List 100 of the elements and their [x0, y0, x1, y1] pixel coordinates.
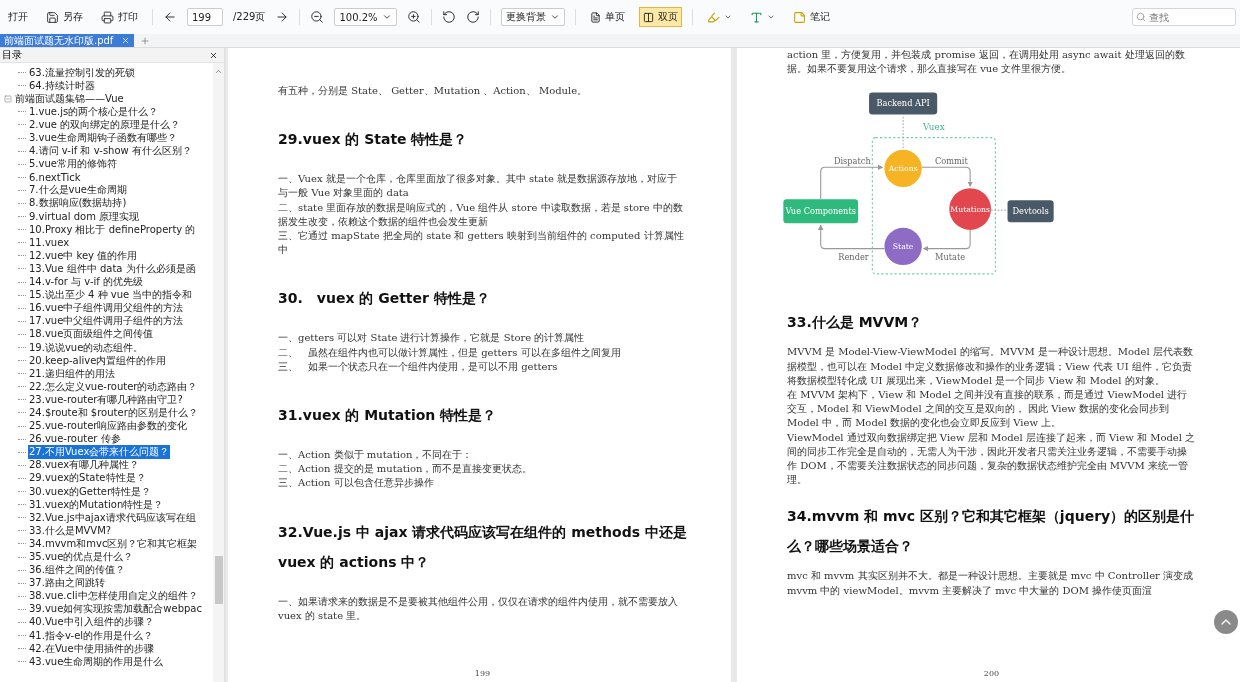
open-button[interactable]: 打开: [4, 7, 32, 27]
outline-item[interactable]: 22.怎么定义vue-router的动态路由？: [28, 379, 199, 394]
question-heading: 33.什么是 MVVM？: [787, 313, 924, 333]
paragraph: MVVM 是 Model-View-ViewModel 的缩写。MVVM 是一种设计思想。Model 层代表数据模型，也可以在 Model 中定义数据修改和操作的业务逻辑；View 代表 UI 组件，它负责将数据模型转化成 UI 展现出来，ViewModel 是一个同步 View 和 Model 的对象。: [787, 345, 1194, 388]
outline-item[interactable]: 17.vue中父组件调用子组件的方法: [28, 314, 185, 329]
outline-item[interactable]: 16.vue中子组件调用父组件的方法: [28, 301, 185, 316]
paragraph: 一、Action 类似于 mutation，不同在于：: [278, 448, 474, 463]
paragraph: mvc 和 mvvm 其实区别并不大。都是一种设计思想。主要就是 mvc 中 Controller 演变成 mvvm 中的 viewModel。mvvm 主要解决了 mvc 中大量的 DOM 操作使页面渲: [787, 569, 1194, 598]
question-heading: 34.mvvm 和 mvc 区别？它和其它框架（jquery）的区别是什么？哪些场景适合？: [787, 507, 1196, 557]
diagram-node: Vue Components: [783, 199, 859, 224]
zoom-in-icon[interactable]: [406, 10, 421, 24]
outline-item[interactable]: 12.vue中 key 值的作用: [28, 248, 139, 263]
highlighter-icon: [706, 10, 720, 24]
outline-item[interactable]: 29.vuex的State特性是？: [28, 471, 147, 486]
paragraph: 一、如果请求来的数据是不是要被其他组件公用，仅仅在请求的组件内使用，就不需要放入 vuex 的 state 里。: [278, 594, 679, 623]
connector-line: [990, 210, 1007, 212]
paragraph: 二、state 里面存放的数据是响应式的，Vue 组件从 store 中读取数据，若是 store 中的数据发生改变，依赖这个数据的组件也会发生更新: [278, 200, 684, 229]
outline-item[interactable]: 38.vue.cli中怎样使用自定义的组件？: [28, 589, 199, 604]
outline-item[interactable]: 39.vue如何实现按需加载配合webpac: [28, 602, 203, 617]
outline-item[interactable]: 23.vue-router有哪几种路由守卫?: [28, 392, 184, 407]
outline-item[interactable]: 36.组件之间的传值？: [28, 563, 126, 578]
view-mode-button[interactable]: 双页: [638, 7, 682, 27]
paragraph: 一、getters 可以对 State 进行计算操作，它就是 Store 的计算属性: [278, 331, 586, 346]
flow-arrow: [817, 224, 885, 250]
question-heading: 30. vuex 的 Getter 特性是？: [278, 289, 491, 309]
outline-item[interactable]: 1.vue.js的两个核心是什么？: [28, 104, 160, 119]
close-icon[interactable]: [209, 50, 218, 60]
page-number: 200: [983, 669, 1000, 678]
outline-item[interactable]: 31.vuex的Mutation特性是？: [28, 497, 165, 512]
outline-item[interactable]: 25.vue-router响应路由参数的变化: [28, 419, 189, 434]
paragraph: 二、 虽然在组件内也可以做计算属性，但是 getters 可以在多组件之间复用: [278, 345, 622, 360]
outline-item[interactable]: 10.Proxy 相比于 defineProperty 的: [28, 222, 197, 237]
outline-item[interactable]: 26.vue-router 传参: [28, 432, 122, 447]
view-mode-button[interactable]: 单页: [585, 7, 629, 27]
outline-item[interactable]: 5.vue常用的修饰符: [28, 157, 118, 172]
add-tab-icon[interactable]: [140, 36, 150, 46]
outline-item[interactable]: 7.什么是vue生命周期: [28, 183, 128, 198]
diagram-node: Devtools: [1007, 200, 1054, 223]
print-button[interactable]: 打印: [97, 7, 142, 27]
outline-item[interactable]: 6.nextTick: [28, 171, 82, 183]
printer-icon: [101, 10, 114, 24]
save-as-button[interactable]: 另存: [42, 7, 87, 27]
question-heading: 32.Vue.js 中 ajax 请求代码应该写在组件的 methods 中还是 vuex 的 actions 中？: [278, 522, 687, 572]
next-page-icon[interactable]: [275, 10, 290, 24]
zoom-select[interactable]: 100.2%: [334, 8, 397, 26]
outline-item[interactable]: 11.vuex: [28, 237, 71, 249]
outline-item[interactable]: 40.Vue中引入组件的步骤？: [28, 615, 155, 630]
outline-item[interactable]: 32.Vue.js中ajax请求代码应该写在组: [28, 510, 197, 525]
outline-section[interactable]: 前端面试题集锦——Vue: [14, 91, 125, 106]
outline-item[interactable]: 8.数据响应(数据劫持): [28, 196, 128, 211]
scroll-up-icon[interactable]: [214, 67, 223, 76]
previous-page-icon[interactable]: [163, 10, 177, 24]
page-total: /229页: [233, 10, 266, 24]
background-select[interactable]: 更换背景: [500, 8, 565, 26]
sidebar-title: 目录: [2, 48, 22, 62]
flow-arrow: [922, 229, 971, 252]
rotate-left-icon[interactable]: [441, 10, 456, 24]
outline-item[interactable]: 30.vuex的Getter特性是？: [28, 484, 153, 499]
outline-item[interactable]: 14.v-for 与 v-if 的优先级: [28, 275, 144, 290]
outline-item[interactable]: 28.vuex有哪几种属性？: [28, 458, 141, 473]
outline-item[interactable]: 21.递归组件的用法: [28, 366, 116, 381]
collapse-icon[interactable]: [4, 94, 12, 103]
outline-item[interactable]: 24.$route和 $router的区别是什么？: [28, 406, 199, 420]
caret-icon: [723, 13, 732, 21]
double-page-icon: [642, 11, 654, 23]
single-page-icon: [589, 11, 601, 23]
outline-item[interactable]: 34.mvvm和mvc区别？它和其它框架: [28, 536, 199, 551]
note-icon: [792, 10, 806, 24]
search-icon: [1136, 12, 1146, 22]
outline-item[interactable]: 13.Vue 组件中 data 为什么必须是函: [28, 261, 197, 276]
outline-item[interactable]: 37.路由之间跳转: [28, 576, 106, 591]
scrollbar-thumb[interactable]: [214, 556, 223, 604]
outline-item[interactable]: 27.不用Vuex会带来什么问题？: [28, 445, 171, 460]
edge-label: Render: [838, 252, 869, 262]
outline-item[interactable]: 42.在Vue中使用插件的步骤: [28, 641, 155, 656]
outline-item[interactable]: 4.请问 v-if 和 v-show 有什么区别？: [28, 144, 193, 159]
outline-item[interactable]: 43.vue生命周期的作用是什么: [28, 654, 165, 669]
edge-label: Dispatch: [833, 156, 871, 167]
outline-item[interactable]: 35.vue的优点是什么？: [28, 550, 135, 564]
outline-item[interactable]: 3.vue生命周期钩子函数有哪些？: [28, 131, 178, 145]
outline-item[interactable]: 20.keep-alive内置组件的作用: [28, 353, 168, 368]
outline-item[interactable]: 33.什么是MVVM?: [28, 523, 113, 538]
outline-item[interactable]: 63.流量控制引发的死锁: [28, 65, 136, 80]
caret-icon: [766, 13, 775, 21]
zoom-out-icon[interactable]: [310, 10, 325, 24]
flow-arrow: [921, 167, 973, 188]
page-number-field[interactable]: 199: [187, 8, 223, 26]
search-field[interactable]: 查找: [1132, 8, 1236, 26]
outline-item[interactable]: 41.指令v-el的作用是什么？: [28, 628, 155, 643]
outline-item[interactable]: 2.vue 的双向绑定的原理是什么？: [28, 117, 182, 132]
outline-item[interactable]: 19.说说vue的动态组件。: [28, 340, 145, 355]
paragraph: 三、它通过 mapState 把全局的 state 和 getters 映射到当前组件的 computed 计算属性中: [278, 229, 685, 258]
outline-item[interactable]: 9.virtual dom 原理实现: [28, 209, 141, 224]
outline-item[interactable]: 18.vue页面级组件之间传值: [28, 327, 155, 342]
note-button[interactable]: 笔记: [788, 7, 834, 27]
outline-item[interactable]: 64.持续计时器: [28, 78, 96, 93]
outline-item[interactable]: 15.说出至少 4 种 vue 当中的指令和: [28, 288, 194, 303]
paragraph: 二、Action 提交的是 mutation，而不是直接变更状态。: [278, 462, 534, 477]
rotate-right-icon[interactable]: [465, 10, 480, 24]
document-tab[interactable]: 前端面试题无水印版.pdf: [0, 34, 134, 47]
